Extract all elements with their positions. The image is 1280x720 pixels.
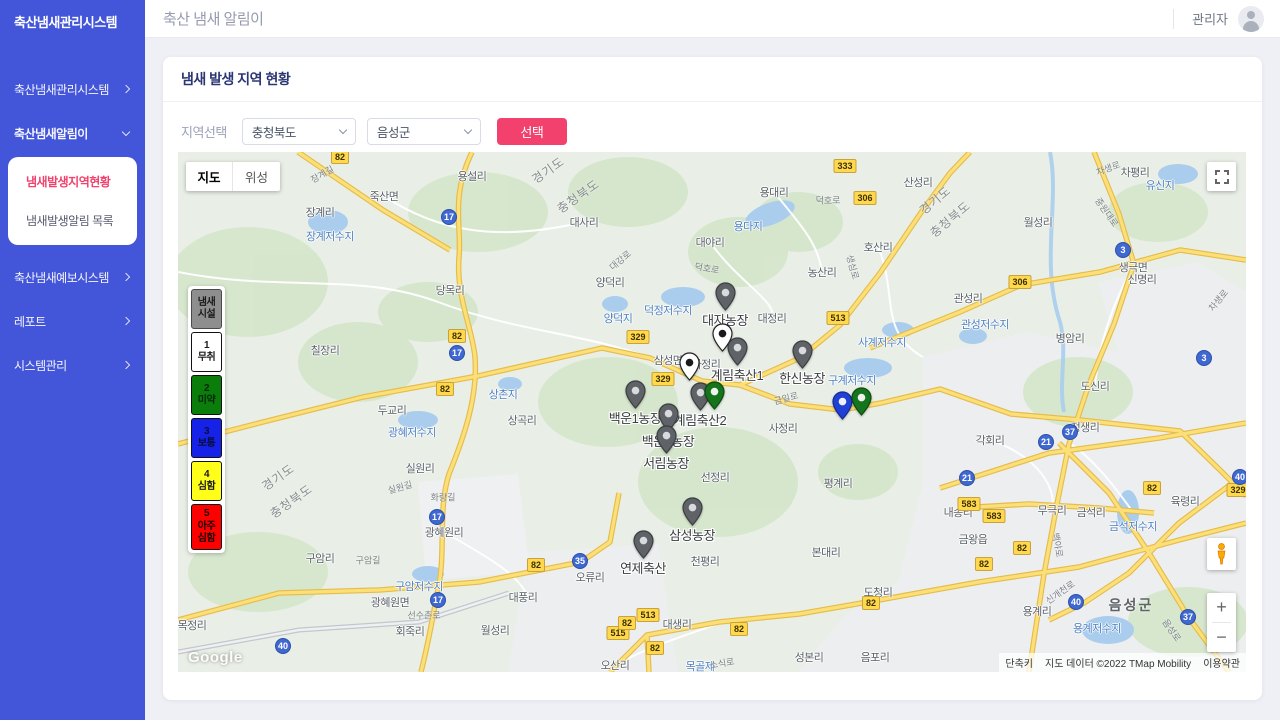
marker-pin-icon <box>727 337 748 367</box>
marker-pin-icon <box>682 497 703 527</box>
marker-pin-icon <box>792 340 813 370</box>
sidebar: 축산냄새관리시스템 축산냄새관리시스템축산냄새알림이냄새발생지역현황냄새발생알림… <box>0 0 145 720</box>
page-title: 축산 냄새 알림이 <box>163 8 263 29</box>
marker-pin-icon <box>633 530 654 560</box>
chevron-down-icon <box>339 126 347 134</box>
marker-pin-icon <box>715 282 736 312</box>
submenu-item-1[interactable]: 냄새발생알림 목록 <box>8 201 137 240</box>
map-type-control: 지도 위성 <box>186 162 280 191</box>
topbar: 축산 냄새 알림이 관리자 <box>145 0 1280 38</box>
card-title: 냄새 발생 지역 현황 <box>181 69 1244 89</box>
person-icon <box>1247 11 1255 19</box>
submenu-card: 냄새발생지역현황냄새발생알림 목록 <box>8 157 137 245</box>
map-canvas <box>178 152 1246 672</box>
marker-pin-icon <box>625 380 646 410</box>
sidebar-item-0[interactable]: 축산냄새관리시스템 <box>0 67 145 111</box>
legend-item-4: 4심함 <box>191 461 222 501</box>
sidebar-nav: 축산냄새관리시스템축산냄새알림이냄새발생지역현황냄새발생알림 목록축산냄새예보시… <box>0 67 145 387</box>
avatar[interactable] <box>1238 6 1264 32</box>
legend-item-0: 냄새시설 <box>191 289 222 329</box>
zoom-control: + − <box>1207 593 1236 652</box>
marker-pin-icon <box>679 352 700 382</box>
district-select[interactable]: 음성군 <box>367 118 481 145</box>
map-data-text: 지도 데이터 ©2022 TMap Mobility <box>1045 655 1191 670</box>
satellite-button[interactable]: 위성 <box>233 162 280 191</box>
fullscreen-icon <box>1215 170 1229 184</box>
chevron-right-icon <box>122 361 130 369</box>
legend-item-3: 3보통 <box>191 418 222 458</box>
pegman-icon <box>1214 543 1229 565</box>
marker-pin-icon <box>704 381 725 411</box>
odor-legend: 냄새시설1무취2미약3보통4심함5아주심함 <box>188 286 225 553</box>
marker-pin-icon <box>832 391 853 421</box>
region-select-label: 지역선택 <box>181 122 227 141</box>
fullscreen-button[interactable] <box>1207 162 1236 191</box>
google-logo[interactable]: Google <box>188 649 243 666</box>
select-button[interactable]: 선택 <box>497 118 567 145</box>
map-button[interactable]: 지도 <box>186 162 233 191</box>
sidebar-item-4[interactable]: 시스템관리 <box>0 343 145 387</box>
content-card: 냄새 발생 지역 현황 지역선택 충청북도 음성군 선택 <box>163 57 1262 700</box>
divider <box>1173 9 1174 29</box>
sidebar-title: 축산냄새관리시스템 <box>0 0 145 31</box>
pegman-button[interactable] <box>1207 538 1236 570</box>
sidebar-item-1[interactable]: 축산냄새알림이 <box>0 111 145 155</box>
chevron-down-icon <box>464 126 472 134</box>
sidebar-item-2[interactable]: 축산냄새예보시스템 <box>0 255 145 299</box>
chevron-right-icon <box>122 85 130 93</box>
chevron-right-icon <box>122 317 130 325</box>
marker-pin-icon <box>851 387 872 417</box>
user-name: 관리자 <box>1192 9 1228 28</box>
main-content: 냄새 발생 지역 현황 지역선택 충청북도 음성군 선택 <box>145 38 1280 720</box>
chevron-right-icon <box>122 273 130 281</box>
chevron-down-icon <box>122 127 130 135</box>
sidebar-item-3[interactable]: 레포트 <box>0 299 145 343</box>
legend-item-1: 1무취 <box>191 332 222 372</box>
province-select[interactable]: 충청북도 <box>242 118 356 145</box>
terms-link[interactable]: 이용약관 <box>1203 655 1240 670</box>
legend-item-2: 2미약 <box>191 375 222 415</box>
legend-item-5: 5아주심함 <box>191 504 222 550</box>
zoom-out-button[interactable]: − <box>1207 623 1236 652</box>
map-attribution: 단축키 지도 데이터 ©2022 TMap Mobility 이용약관 <box>999 653 1246 672</box>
map[interactable]: 경기도충청북도경기도충청북도경기도충청북도음성군용설리죽산면장계리대사리용대리대… <box>178 152 1246 672</box>
marker-pin-icon <box>656 425 677 455</box>
submenu-item-0[interactable]: 냄새발생지역현황 <box>8 162 137 201</box>
zoom-in-button[interactable]: + <box>1207 593 1236 622</box>
shortcuts-link[interactable]: 단축키 <box>1005 655 1033 670</box>
